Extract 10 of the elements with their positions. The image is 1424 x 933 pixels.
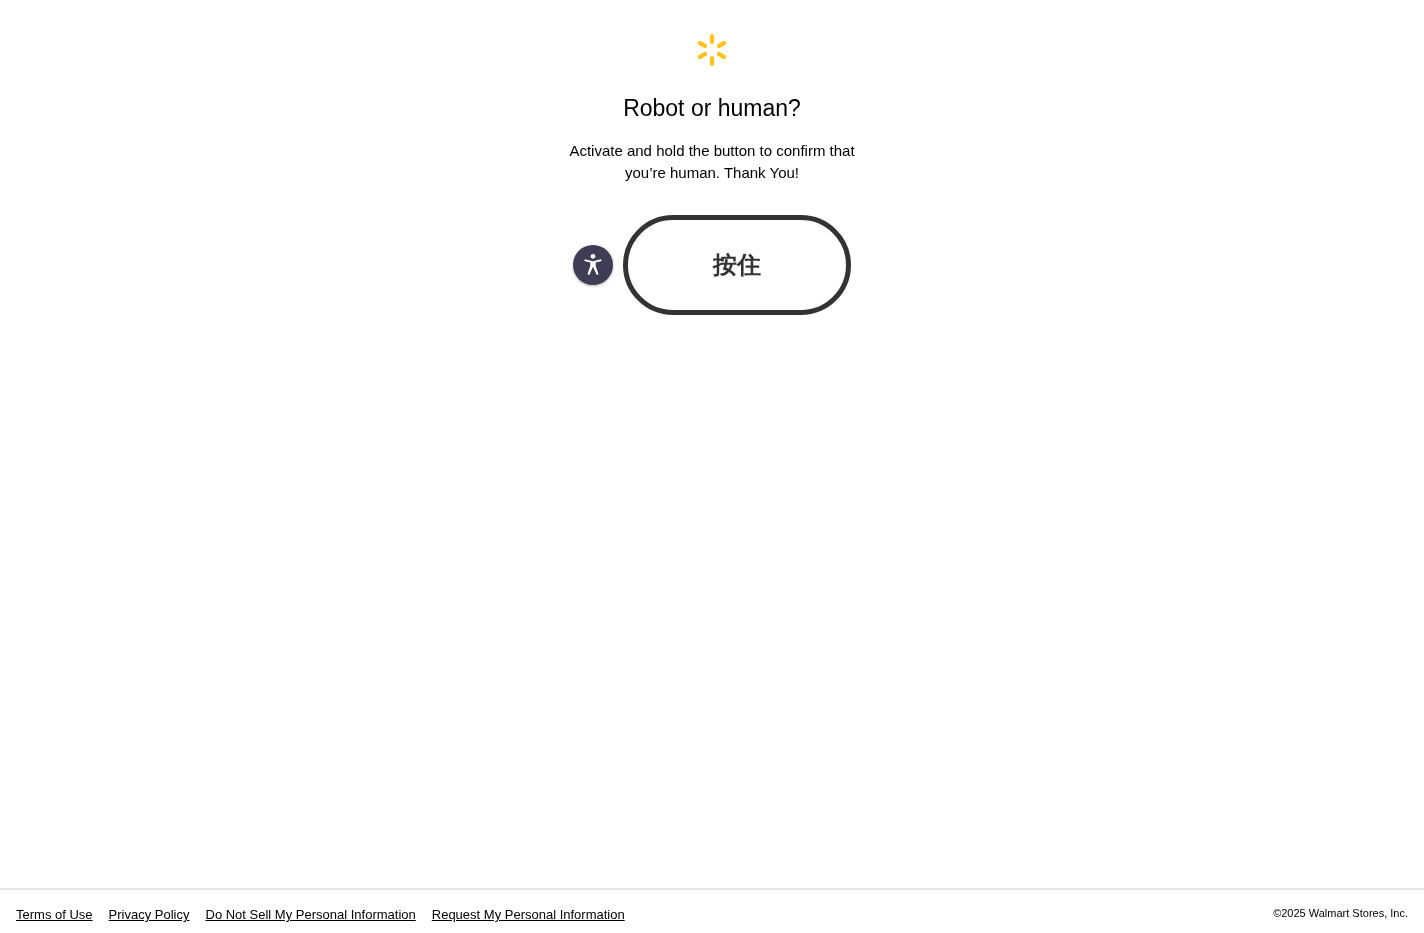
- accessibility-icon[interactable]: [573, 245, 613, 285]
- footer-link[interactable]: Do Not Sell My Personal Information: [205, 901, 416, 922]
- instruction-text: Activate and hold the button to confirm that you’re human. Thank You!: [568, 141, 856, 183]
- footer-link[interactable]: Privacy Policy: [108, 901, 190, 922]
- copyright-text: ©2025 Walmart Stores, Inc.: [1273, 905, 1408, 919]
- footer-link[interactable]: Terms of Use: [16, 901, 93, 922]
- spark-logo-icon: [697, 33, 727, 67]
- hold-button[interactable]: 按住: [623, 215, 851, 315]
- page-heading: Robot or human?: [623, 94, 801, 122]
- footer-link[interactable]: Request My Personal Information: [431, 901, 625, 922]
